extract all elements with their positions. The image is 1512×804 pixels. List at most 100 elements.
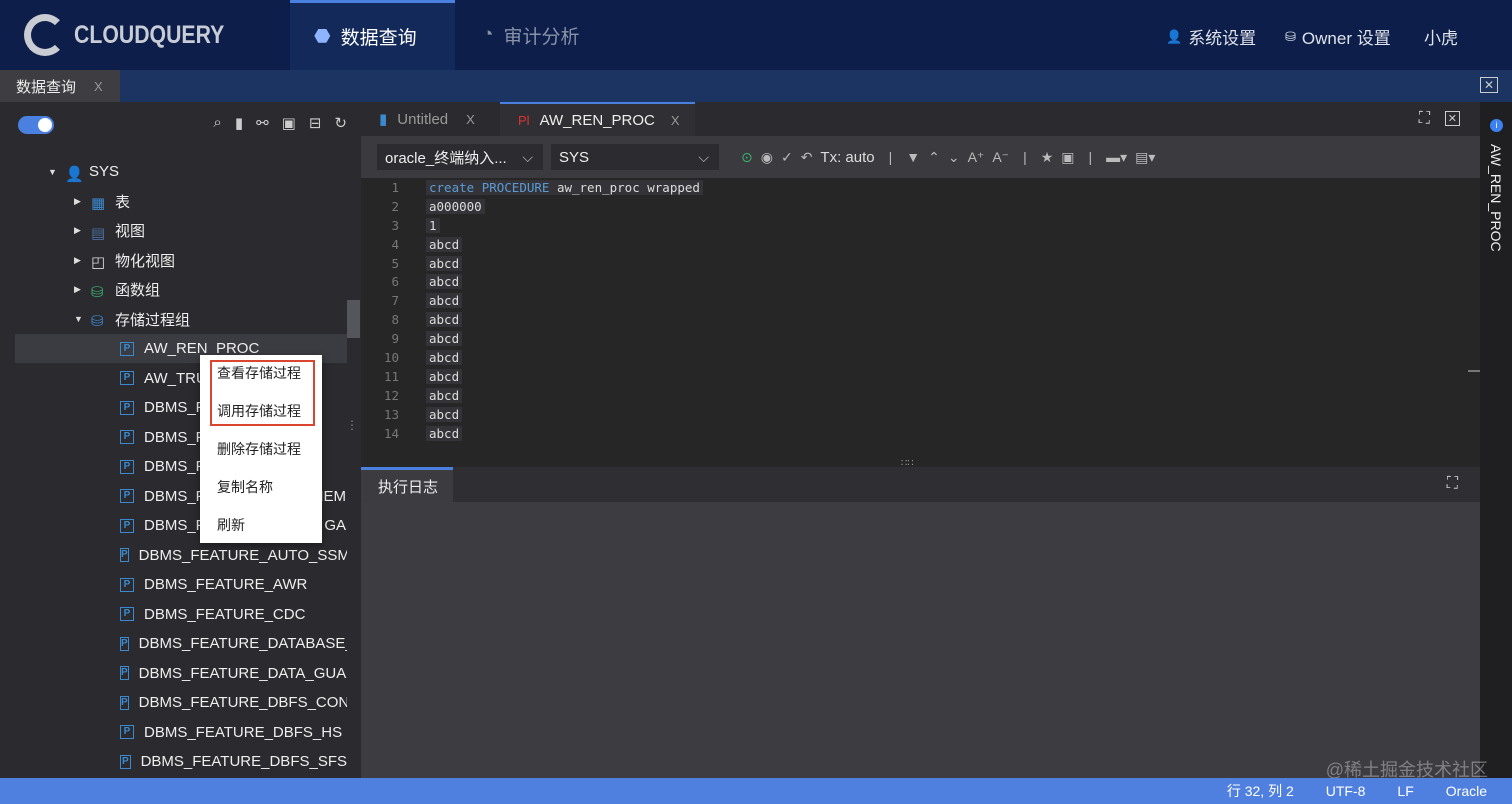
tree-item-procedure[interactable]: P DBMS_FEATURE_CDC	[0, 600, 347, 629]
search-icon[interactable]: ⌕	[213, 114, 221, 132]
run-icon[interactable]: ⊙	[741, 149, 753, 166]
link-add-icon[interactable]: ⚯	[256, 114, 269, 132]
caret-right-icon: ▶	[74, 284, 81, 294]
function-group-icon: ⛁	[91, 283, 104, 301]
collapse-icon[interactable]: ⊟	[309, 114, 322, 132]
schema-select[interactable]: SYS ⌵	[551, 144, 719, 170]
sidebar-toolbar: ⌕ ▮ ⚯ ▣ ⊟ ↻	[0, 102, 361, 146]
new-file-icon[interactable]: ▮	[235, 114, 243, 132]
fullscreen-icon[interactable]: ⛶	[1447, 475, 1458, 493]
owner-settings[interactable]: ⛁ Owner 设置	[1285, 24, 1391, 49]
highlight-box	[210, 360, 315, 426]
close-icon[interactable]: X	[671, 113, 680, 128]
code-line: 11 abcd	[361, 367, 1480, 386]
tab-data-query[interactable]: 数据查询 X	[0, 70, 120, 102]
tree-item-procedure[interactable]: P DBMS_FEATURE_DBFS_CON	[0, 688, 347, 717]
stop-icon[interactable]: ◉	[761, 149, 773, 166]
connection-select[interactable]: oracle_终端纳入... ⌵	[377, 144, 543, 170]
chevron-down-icon: ⌵	[522, 148, 533, 165]
procedure-icon: P	[120, 489, 134, 503]
nav-data-query[interactable]: ⬣ 数据查询	[290, 0, 455, 70]
tab-untitled[interactable]: ▮ Untitled X	[361, 102, 499, 136]
close-all-tabs-icon[interactable]: ✕	[1444, 111, 1460, 126]
rollback-icon[interactable]: ↶	[801, 149, 813, 166]
line-ending[interactable]: LF	[1397, 783, 1413, 799]
procedure-group-icon: ⛁	[91, 313, 104, 330]
code-line: 31	[361, 216, 1480, 235]
code-line: 7 abcd	[361, 291, 1480, 310]
menu-item-refresh[interactable]: 刷新	[200, 511, 322, 549]
materialized-view-icon: ◰	[91, 254, 106, 271]
procedure-icon: P	[120, 577, 134, 592]
tree-item-procedure[interactable]: P DBMS_FEATURE_AWR	[0, 570, 347, 599]
tree-node-sys[interactable]: ▼ 👤 SYS	[0, 157, 347, 186]
code-editor[interactable]: 1 create PROCEDURE aw_ren_proc wrapped 2a…	[361, 178, 1480, 467]
network-icon: ⬣	[314, 26, 331, 47]
open-file-icon[interactable]: ▬▾	[1106, 149, 1127, 166]
encoding[interactable]: UTF-8	[1326, 783, 1366, 799]
format-icon[interactable]: ▼	[906, 149, 920, 165]
tab-execution-log[interactable]: 执行日志	[361, 467, 453, 502]
expand-up-icon[interactable]: ⌃	[928, 149, 940, 166]
star-icon[interactable]: ★	[1041, 149, 1054, 166]
save-icon[interactable]: ▤▾	[1135, 149, 1155, 166]
refresh-icon[interactable]: ↻	[334, 114, 347, 132]
favorites-icon[interactable]: ▣	[1061, 149, 1074, 166]
font-increase-icon[interactable]: A⁺	[968, 149, 985, 166]
close-all-icon[interactable]: ✕	[1479, 77, 1498, 93]
sidebar-scrollbar[interactable]	[347, 300, 360, 338]
context-menu: 查看存储过程 调用存储过程 删除存储过程 复制名称 刷新	[200, 355, 322, 543]
user-menu[interactable]: 小虎	[1424, 24, 1458, 49]
procedure-icon: P	[120, 636, 129, 651]
database-gear-icon: ⛁	[1285, 28, 1296, 44]
font-decrease-icon[interactable]: A⁻	[992, 149, 1009, 166]
tree-item-procedure[interactable]: P DBMS_FEATURE_DATABASE_	[0, 629, 347, 658]
tree-group[interactable]: ▶ ◰ 物化视图	[0, 246, 347, 275]
tree-group[interactable]: ▶ ▦ 表	[0, 187, 347, 216]
fullscreen-icon[interactable]: ⛶	[1419, 110, 1430, 128]
user-icon: 👤	[65, 165, 84, 183]
tree-item-procedure[interactable]: P DBMS_FEATURE_DATA_GUAI	[0, 659, 347, 688]
tree-item-procedure[interactable]: P DBMS_FEATURE_DBFS_HS	[0, 718, 347, 747]
system-settings[interactable]: 👤 系统设置	[1166, 24, 1256, 49]
code-line: 12 abcd	[361, 386, 1480, 405]
menu-item-copy-name[interactable]: 复制名称	[200, 473, 322, 511]
view-icon: ▤	[91, 224, 106, 242]
procedure-icon: P	[120, 695, 129, 710]
info-icon[interactable]: i	[1490, 119, 1503, 132]
folder-add-icon[interactable]: ▣	[282, 114, 296, 132]
procedure-icon: Pl	[518, 112, 530, 128]
log-panel	[361, 502, 1480, 778]
code-line: 2 a000000	[361, 197, 1480, 216]
tree-item-procedure[interactable]: P DBMS_FEATURE_DBFS_SFS	[0, 747, 347, 776]
cursor-position: 行 32, 列 2	[1226, 783, 1294, 799]
code-line: 14 abcd	[361, 424, 1480, 443]
tab-aw-ren-proc[interactable]: Pl AW_REN_PROC X	[500, 102, 695, 136]
procedure-icon: P	[120, 518, 134, 533]
tx-mode-select[interactable]: Tx: auto	[820, 149, 874, 166]
theme-toggle[interactable]	[18, 116, 54, 134]
close-icon[interactable]: X	[466, 112, 475, 127]
editor-scrollbar[interactable]	[1468, 370, 1480, 372]
procedure-icon: P	[120, 459, 134, 474]
menu-item-delete-procedure[interactable]: 删除存储过程	[200, 435, 322, 473]
nav-audit[interactable]: ◔ 审计分析	[458, 0, 604, 70]
language[interactable]: Oracle	[1446, 783, 1487, 799]
code-line: 10 abcd	[361, 348, 1480, 367]
commit-icon[interactable]: ✓	[781, 149, 793, 166]
code-line: 9 abcd	[361, 329, 1480, 348]
code-line: 4 abcd	[361, 235, 1480, 254]
tree-group[interactable]: ▶ ▤ 视图	[0, 216, 347, 245]
procedure-icon: P	[120, 400, 134, 415]
status-bar: 行 32, 列 2 UTF-8 LF Oracle	[0, 778, 1512, 804]
resize-handle-icon[interactable]: ⋮⋮	[346, 418, 361, 432]
divider: |	[1023, 149, 1027, 165]
tree-group[interactable]: ▼ ⛁ 存储过程组	[0, 305, 347, 334]
logo[interactable]: CLOUDQUERY	[24, 14, 251, 56]
code-line: 1 create PROCEDURE aw_ren_proc wrapped	[361, 178, 1480, 197]
expand-down-icon[interactable]: ⌄	[948, 149, 960, 166]
close-icon[interactable]: X	[94, 79, 103, 94]
resize-handle-icon[interactable]: ∷∷	[901, 458, 914, 469]
tree-group[interactable]: ▶ ⛁ 函数组	[0, 275, 347, 304]
object-info-label[interactable]: AW_REN_PROC	[1488, 144, 1504, 252]
